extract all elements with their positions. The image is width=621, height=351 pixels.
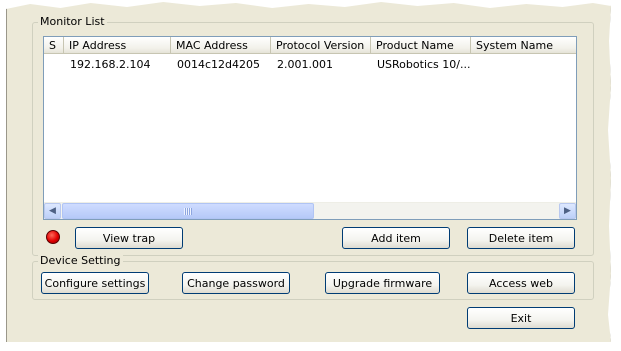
access-web-button[interactable]: Access web (467, 272, 575, 294)
status-led-icon (46, 230, 60, 244)
column-header-product-name[interactable]: Product Name (371, 37, 471, 54)
scroll-left-icon[interactable]: ◀ (44, 203, 61, 219)
upgrade-firmware-button[interactable]: Upgrade firmware (325, 272, 440, 294)
column-header-mac-address[interactable]: MAC Address (171, 37, 271, 54)
column-header-ip-address[interactable]: IP Address (64, 37, 171, 54)
table-header: S IP Address MAC Address Protocol Versio… (44, 37, 577, 54)
column-header-system-name[interactable]: System Name (471, 37, 577, 54)
monitor-list-table[interactable]: S IP Address MAC Address Protocol Versio… (43, 36, 577, 220)
column-header-protocol-version[interactable]: Protocol Version (271, 37, 371, 54)
horizontal-scrollbar[interactable]: ◀ ▶ (44, 202, 576, 219)
add-item-button[interactable]: Add item (342, 227, 450, 249)
cell-product-name: USRobotics 10/... (377, 58, 471, 71)
change-password-button[interactable]: Change password (182, 272, 290, 294)
exit-button[interactable]: Exit (467, 307, 575, 329)
monitor-window: Monitor List S IP Address MAC Address Pr… (6, 0, 611, 342)
column-header-s[interactable]: S (44, 37, 64, 54)
table-row[interactable]: 192.168.2.104 0014c12d4205 2.001.001 USR… (44, 57, 577, 73)
device-setting-title: Device Setting (40, 254, 121, 267)
cell-mac-address: 0014c12d4205 (177, 58, 261, 71)
cell-protocol-version: 2.001.001 (277, 58, 333, 71)
scrollbar-thumb[interactable] (62, 203, 314, 219)
monitor-list-title: Monitor List (40, 15, 105, 28)
configure-settings-button[interactable]: Configure settings (41, 272, 149, 294)
grip-icon (184, 208, 192, 215)
view-trap-button[interactable]: View trap (75, 227, 183, 249)
delete-item-button[interactable]: Delete item (467, 227, 575, 249)
cell-ip-address: 192.168.2.104 (70, 58, 151, 71)
scroll-right-icon[interactable]: ▶ (559, 203, 576, 219)
